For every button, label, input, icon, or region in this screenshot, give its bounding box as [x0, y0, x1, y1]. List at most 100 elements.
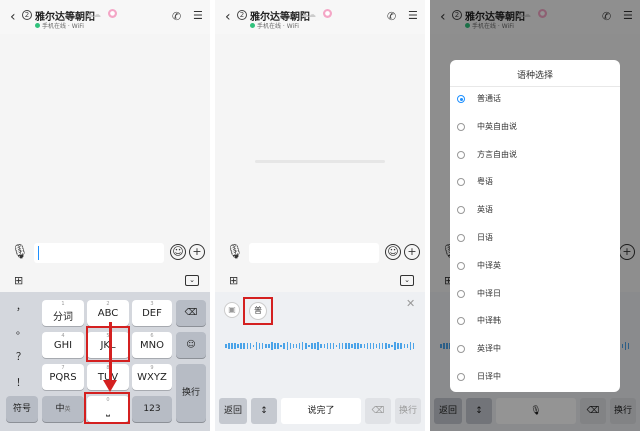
key-6[interactable]: 6 MNO	[132, 332, 172, 358]
back-icon[interactable]: ‹	[10, 9, 16, 25]
wave-bar	[332, 342, 335, 350]
radio-unchecked-icon	[457, 206, 465, 215]
language-option-label: 英语	[477, 205, 493, 215]
highlight-space-key	[84, 392, 130, 424]
wave-bar	[335, 344, 338, 348]
language-option[interactable]: 方言自由说	[457, 149, 607, 165]
language-option[interactable]: 日译中	[457, 371, 607, 387]
text-caret	[38, 246, 39, 260]
message-input[interactable]	[34, 243, 164, 263]
wave-bar	[369, 342, 372, 350]
wave-bar	[246, 342, 249, 350]
menu-icon[interactable]: ☰	[408, 9, 418, 22]
wave-bar	[289, 342, 292, 350]
punct-period[interactable]: 。	[6, 322, 36, 337]
highlight-language-button	[243, 297, 273, 325]
key-9[interactable]: 9 WXYZ	[132, 364, 172, 390]
wave-bar	[255, 342, 258, 350]
toolbar: ⊞ ⌄	[215, 271, 425, 291]
phone-icon[interactable]: ✆	[172, 10, 181, 23]
apps-grid-icon[interactable]: ⊞	[14, 274, 23, 287]
lang-switch-key[interactable]: 中英	[42, 396, 84, 422]
online-status: 手机在线 · WiFi	[35, 21, 84, 30]
close-icon[interactable]: ✕	[406, 297, 415, 310]
language-option[interactable]: 英语	[457, 204, 607, 220]
language-option[interactable]: 中译英	[457, 260, 607, 276]
language-option-label: 中译英	[477, 260, 501, 270]
wave-bar	[326, 342, 329, 350]
language-option[interactable]: 中译韩	[457, 315, 607, 331]
language-option[interactable]: 普通话	[457, 93, 607, 109]
wave-bar	[409, 341, 412, 351]
online-dot-icon	[35, 23, 40, 28]
wave-bar	[274, 342, 276, 350]
screen-keyboard: ‹ 2 雅尔达等朝阳 ☁☁ ● 手机在线 · WiFi ✆ ☰ 🎙︎ ☺ + ⊞…	[0, 0, 210, 431]
annotation-arrow-head	[103, 380, 117, 392]
dialog-divider	[450, 86, 620, 87]
online-status: 手机在线 · WiFi	[250, 21, 299, 30]
plus-icon[interactable]: +	[404, 244, 420, 260]
keyboard-collapse-icon[interactable]: ⌄	[185, 275, 199, 286]
language-option-label: 日译中	[477, 372, 501, 381]
language-option[interactable]: 中译日	[457, 288, 607, 304]
wave-bar	[360, 343, 362, 349]
menu-icon[interactable]: ☰	[193, 9, 203, 22]
apps-grid-icon[interactable]: ⊞	[229, 274, 238, 287]
backspace-key[interactable]: ⌫	[365, 398, 391, 424]
numeric-key[interactable]: 123	[132, 396, 172, 422]
wave-bar	[252, 344, 255, 348]
language-option[interactable]: 英译中	[457, 343, 607, 359]
wave-bar	[240, 343, 242, 349]
language-option-label: 中译日	[477, 288, 501, 298]
message-input[interactable]	[249, 243, 379, 263]
symbol-key[interactable]: 符号	[6, 396, 38, 422]
done-speaking-button[interactable]: 说完了	[281, 398, 361, 424]
radio-unchecked-icon	[457, 345, 465, 354]
wave-bar	[400, 342, 402, 350]
language-option[interactable]: 中英自由说	[457, 121, 607, 137]
wave-bar	[363, 343, 366, 349]
punct-question[interactable]: ？	[6, 348, 36, 363]
wave-bar	[225, 344, 227, 348]
emoji-icon[interactable]: ☺	[170, 244, 186, 260]
briefcase-icon[interactable]: ▣	[224, 302, 240, 318]
language-option-label: 英译中	[477, 344, 501, 354]
cursor-key[interactable]: ↕	[251, 398, 277, 424]
radio-unchecked-icon	[457, 373, 465, 381]
key-7[interactable]: 7 PQRS	[42, 364, 84, 390]
key-2[interactable]: 2 ABC	[87, 300, 129, 326]
wave-bar	[357, 342, 359, 350]
mic-icon[interactable]: 🎙︎	[11, 244, 29, 260]
backspace-icon: ⌫	[184, 308, 198, 318]
pet-icon: ●	[108, 9, 117, 18]
wave-bar	[265, 344, 267, 348]
punct-comma[interactable]: ，	[6, 298, 36, 313]
key-4[interactable]: 4 GHI	[42, 332, 84, 358]
language-option[interactable]: 日语	[457, 232, 607, 248]
wave-bar	[249, 343, 252, 349]
back-icon[interactable]: ‹	[225, 9, 231, 25]
radio-checked-icon	[457, 95, 465, 103]
enter-key[interactable]: 换行	[176, 364, 206, 422]
wave-bar	[406, 343, 409, 349]
unread-badge: 2	[237, 10, 247, 20]
radio-unchecked-icon	[457, 122, 465, 131]
emoji-icon[interactable]: ☺	[385, 244, 401, 260]
smiley-icon: ☺	[186, 340, 196, 350]
language-option-label: 日语	[477, 233, 493, 242]
language-option[interactable]: 粤语	[457, 176, 607, 192]
punct-exclaim[interactable]: ！	[6, 374, 36, 389]
back-key[interactable]: 返回	[219, 398, 247, 424]
key-1[interactable]: 1 分词	[42, 300, 84, 326]
dialog-title: 语种选择	[516, 71, 553, 81]
wave-bar	[268, 344, 270, 348]
cursor-move-icon: ↕	[260, 406, 268, 416]
key-3[interactable]: 3 DEF	[132, 300, 172, 326]
backspace-key[interactable]: ⌫	[176, 300, 206, 326]
plus-icon[interactable]: +	[189, 244, 205, 260]
mic-icon[interactable]: 🎙︎	[226, 244, 244, 260]
enter-key[interactable]: 换行	[395, 398, 421, 424]
emoji-key[interactable]: ☺	[176, 332, 206, 358]
keyboard-collapse-icon[interactable]: ⌄	[400, 275, 414, 286]
phone-icon[interactable]: ✆	[387, 10, 396, 23]
